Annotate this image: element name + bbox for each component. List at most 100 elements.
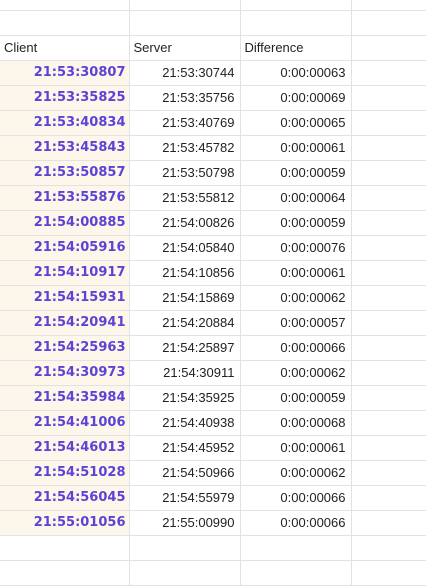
difference-cell[interactable]: 0:00:00061 bbox=[240, 260, 352, 286]
client-time-cell[interactable]: 21:53:50857 bbox=[0, 160, 130, 186]
grid-cell[interactable] bbox=[351, 235, 426, 261]
client-time-cell[interactable]: 21:54:41006 bbox=[0, 410, 130, 436]
difference-cell[interactable]: 0:00:00063 bbox=[240, 60, 352, 86]
difference-cell[interactable]: 0:00:00076 bbox=[240, 235, 352, 261]
server-time-cell[interactable]: 21:54:35925 bbox=[129, 385, 241, 411]
client-time-cell[interactable]: 21:54:25963 bbox=[0, 335, 130, 361]
client-time-cell[interactable]: 21:54:15931 bbox=[0, 285, 130, 311]
grid-cell[interactable] bbox=[351, 10, 426, 36]
client-time-cell[interactable]: 21:54:35984 bbox=[0, 385, 130, 411]
grid-cell[interactable] bbox=[351, 85, 426, 111]
difference-cell[interactable]: 0:00:00062 bbox=[240, 360, 352, 386]
grid-cell[interactable] bbox=[351, 435, 426, 461]
server-time-cell[interactable]: 21:54:20884 bbox=[129, 310, 241, 336]
grid-cell[interactable] bbox=[351, 310, 426, 336]
grid-cell[interactable] bbox=[129, 0, 241, 11]
server-time-cell[interactable]: 21:54:00826 bbox=[129, 210, 241, 236]
grid-cell[interactable] bbox=[0, 10, 130, 36]
difference-cell[interactable]: 0:00:00062 bbox=[240, 460, 352, 486]
grid-cell[interactable] bbox=[129, 560, 241, 586]
table-row: 21:54:56045 21:54:55979 0:00:00066 bbox=[0, 485, 426, 511]
grid-cell[interactable] bbox=[351, 185, 426, 211]
server-time-cell[interactable]: 21:53:40769 bbox=[129, 110, 241, 136]
client-time-cell[interactable]: 21:53:30807 bbox=[0, 60, 130, 86]
client-time-cell[interactable]: 21:55:01056 bbox=[0, 510, 130, 536]
server-time-cell[interactable]: 21:54:10856 bbox=[129, 260, 241, 286]
grid-cell[interactable] bbox=[351, 510, 426, 536]
client-time-cell[interactable]: 21:54:46013 bbox=[0, 435, 130, 461]
grid-cell[interactable] bbox=[351, 210, 426, 236]
server-time-cell[interactable]: 21:54:55979 bbox=[129, 485, 241, 511]
grid-cell[interactable] bbox=[351, 285, 426, 311]
grid-cell[interactable] bbox=[129, 535, 241, 561]
difference-cell[interactable]: 0:00:00062 bbox=[240, 285, 352, 311]
grid-cell[interactable] bbox=[351, 360, 426, 386]
server-time-cell[interactable]: 21:53:50798 bbox=[129, 160, 241, 186]
grid-cell[interactable] bbox=[129, 10, 241, 36]
grid-cell[interactable] bbox=[351, 485, 426, 511]
header-server[interactable]: Server bbox=[129, 35, 241, 61]
client-time-cell[interactable]: 21:54:56045 bbox=[0, 485, 130, 511]
grid-cell[interactable] bbox=[351, 535, 426, 561]
grid-cell[interactable] bbox=[0, 535, 130, 561]
difference-cell[interactable]: 0:00:00059 bbox=[240, 160, 352, 186]
client-time-cell[interactable]: 21:53:35825 bbox=[0, 85, 130, 111]
server-time-cell[interactable]: 21:53:30744 bbox=[129, 60, 241, 86]
grid-cell[interactable] bbox=[351, 35, 426, 61]
client-time-cell[interactable]: 21:53:55876 bbox=[0, 185, 130, 211]
server-time-cell[interactable]: 21:53:45782 bbox=[129, 135, 241, 161]
difference-cell[interactable]: 0:00:00059 bbox=[240, 385, 352, 411]
server-time-cell[interactable]: 21:54:50966 bbox=[129, 460, 241, 486]
client-time-cell[interactable]: 21:54:00885 bbox=[0, 210, 130, 236]
client-time-cell[interactable]: 21:54:10917 bbox=[0, 260, 130, 286]
grid-cell[interactable] bbox=[240, 560, 352, 586]
difference-cell[interactable]: 0:00:00059 bbox=[240, 210, 352, 236]
header-client[interactable]: Client bbox=[0, 35, 130, 61]
grid-cell[interactable] bbox=[351, 0, 426, 11]
difference-cell[interactable]: 0:00:00061 bbox=[240, 135, 352, 161]
difference-cell[interactable]: 0:00:00066 bbox=[240, 335, 352, 361]
table-row: 21:54:41006 21:54:40938 0:00:00068 bbox=[0, 410, 426, 436]
grid-cell[interactable] bbox=[240, 535, 352, 561]
grid-cell[interactable] bbox=[240, 0, 352, 11]
grid-cell[interactable] bbox=[351, 60, 426, 86]
difference-cell[interactable]: 0:00:00066 bbox=[240, 485, 352, 511]
table-row: 21:53:30807 21:53:30744 0:00:00063 bbox=[0, 60, 426, 86]
server-time-cell[interactable]: 21:54:15869 bbox=[129, 285, 241, 311]
server-time-cell[interactable]: 21:54:40938 bbox=[129, 410, 241, 436]
grid-cell[interactable] bbox=[351, 160, 426, 186]
grid-cell[interactable] bbox=[351, 410, 426, 436]
grid-cell[interactable] bbox=[351, 260, 426, 286]
grid-cell[interactable] bbox=[0, 560, 130, 586]
client-time-cell[interactable]: 21:54:20941 bbox=[0, 310, 130, 336]
client-time-cell[interactable]: 21:53:45843 bbox=[0, 135, 130, 161]
difference-cell[interactable]: 0:00:00069 bbox=[240, 85, 352, 111]
grid-cell[interactable] bbox=[240, 10, 352, 36]
grid-cell[interactable] bbox=[351, 335, 426, 361]
server-time-cell[interactable]: 21:54:30911 bbox=[129, 360, 241, 386]
table-row: 21:55:01056 21:55:00990 0:00:00066 bbox=[0, 510, 426, 536]
difference-cell[interactable]: 0:00:00065 bbox=[240, 110, 352, 136]
difference-cell[interactable]: 0:00:00057 bbox=[240, 310, 352, 336]
grid-cell[interactable] bbox=[351, 460, 426, 486]
server-time-cell[interactable]: 21:54:25897 bbox=[129, 335, 241, 361]
server-time-cell[interactable]: 21:54:45952 bbox=[129, 435, 241, 461]
grid-cell[interactable] bbox=[351, 385, 426, 411]
server-time-cell[interactable]: 21:55:00990 bbox=[129, 510, 241, 536]
client-time-cell[interactable]: 21:54:05916 bbox=[0, 235, 130, 261]
client-time-cell[interactable]: 21:54:51028 bbox=[0, 460, 130, 486]
difference-cell[interactable]: 0:00:00068 bbox=[240, 410, 352, 436]
server-time-cell[interactable]: 21:53:35756 bbox=[129, 85, 241, 111]
server-time-cell[interactable]: 21:53:55812 bbox=[129, 185, 241, 211]
grid-cell[interactable] bbox=[351, 135, 426, 161]
difference-cell[interactable]: 0:00:00061 bbox=[240, 435, 352, 461]
difference-cell[interactable]: 0:00:00066 bbox=[240, 510, 352, 536]
grid-cell[interactable] bbox=[0, 0, 130, 11]
header-difference[interactable]: Difference bbox=[240, 35, 352, 61]
client-time-cell[interactable]: 21:53:40834 bbox=[0, 110, 130, 136]
grid-cell[interactable] bbox=[351, 560, 426, 586]
difference-cell[interactable]: 0:00:00064 bbox=[240, 185, 352, 211]
client-time-cell[interactable]: 21:54:30973 bbox=[0, 360, 130, 386]
server-time-cell[interactable]: 21:54:05840 bbox=[129, 235, 241, 261]
grid-cell[interactable] bbox=[351, 110, 426, 136]
